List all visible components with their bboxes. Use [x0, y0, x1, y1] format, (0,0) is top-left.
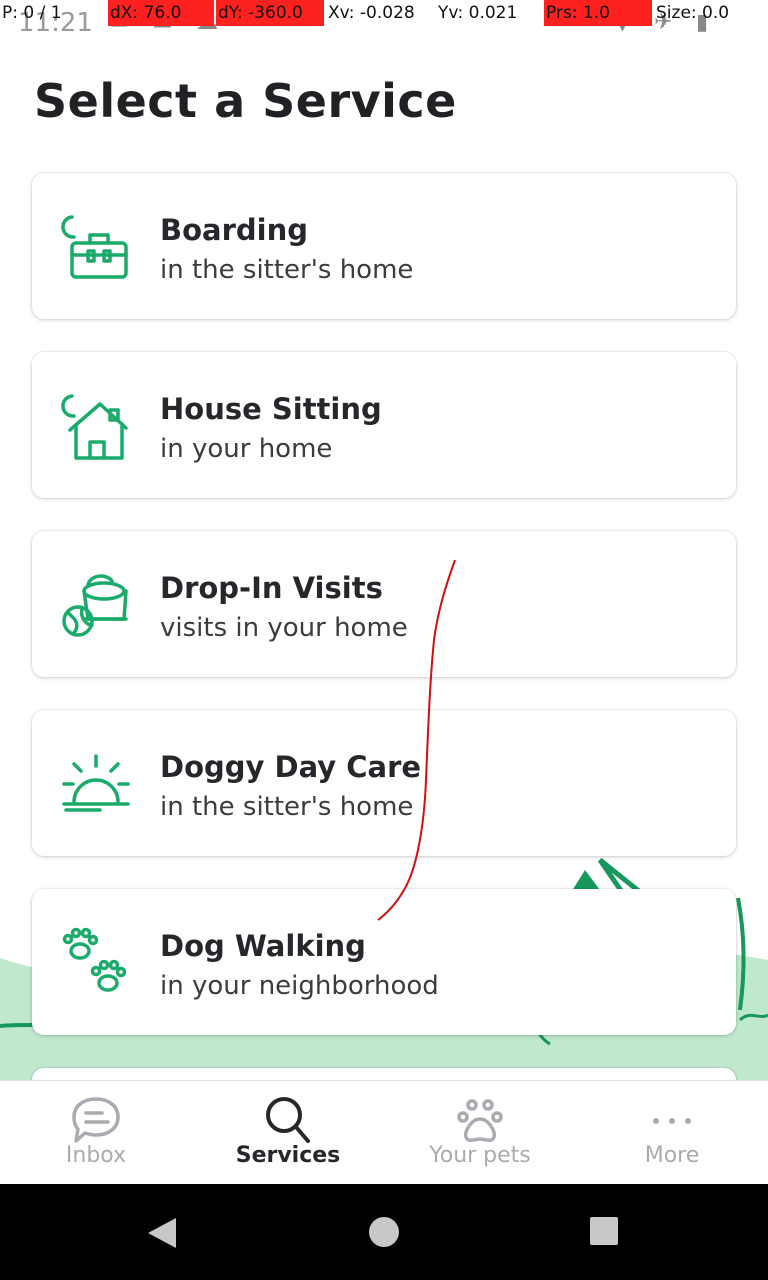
service-card-dog-walking[interactable]: Dog Walking in your neighborhood [32, 889, 736, 1035]
nav-label-inbox: Inbox [65, 1143, 127, 1168]
system-navigation-bar [0, 1184, 768, 1280]
bottom-navigation: Inbox Services Your pets More [0, 1080, 768, 1184]
service-title: Doggy Day Care [160, 750, 422, 784]
service-title: Boarding [160, 213, 309, 247]
debug-dy: dY: -360.0 [216, 0, 324, 26]
debug-size: Size: 0.0 [656, 3, 730, 23]
service-card-drop-in[interactable]: Drop-In Visits visits in your home [32, 531, 736, 677]
chat-icon [72, 1097, 120, 1143]
debug-pointer: P: 0 / 1 [2, 3, 62, 23]
service-subtitle: in your home [160, 434, 333, 464]
service-subtitle: in your neighborhood [160, 971, 439, 1001]
nav-your-pets[interactable]: Your pets [384, 1081, 576, 1185]
debug-yv: Yv: 0.021 [438, 3, 518, 23]
nav-services[interactable]: Services [192, 1081, 384, 1185]
nav-label-services: Services [235, 1143, 341, 1168]
boarding-icon [61, 215, 128, 279]
more-icon [653, 1118, 691, 1124]
service-title: Drop-In Visits [160, 571, 383, 605]
day-care-icon [62, 754, 130, 812]
debug-dx: dX: 76.0 [108, 0, 214, 26]
nav-inbox[interactable]: Inbox [0, 1081, 192, 1185]
paw-icon [457, 1099, 503, 1143]
service-card-house-sitting[interactable]: House Sitting in your home [32, 352, 736, 498]
page-title: Select a Service [34, 74, 457, 128]
dog-walking-icon [62, 927, 127, 992]
pointer-location-overlay: P: 0 / 1 dX: 76.0 dY: -360.0 Xv: -0.028 … [0, 0, 768, 26]
nav-label-your-pets: Your pets [429, 1143, 531, 1168]
search-icon [266, 1097, 310, 1143]
debug-prs: Prs: 1.0 [544, 0, 652, 26]
service-subtitle: in the sitter's home [160, 255, 414, 285]
debug-xv: Xv: -0.028 [328, 3, 415, 23]
service-card-boarding[interactable]: Boarding in the sitter's home [32, 173, 736, 319]
nav-label-more: More [644, 1143, 700, 1168]
recents-icon[interactable] [589, 1216, 619, 1246]
house-sitting-icon [61, 394, 128, 460]
service-title: Dog Walking [160, 929, 366, 963]
service-subtitle: in the sitter's home [160, 792, 414, 822]
service-card-day-care[interactable]: Doggy Day Care in the sitter's home [32, 710, 736, 856]
drop-in-icon [62, 574, 128, 637]
service-title: House Sitting [160, 392, 382, 426]
home-icon[interactable] [368, 1216, 400, 1248]
nav-more[interactable]: More [576, 1081, 768, 1185]
back-icon[interactable] [146, 1216, 178, 1250]
service-subtitle: visits in your home [160, 613, 408, 643]
